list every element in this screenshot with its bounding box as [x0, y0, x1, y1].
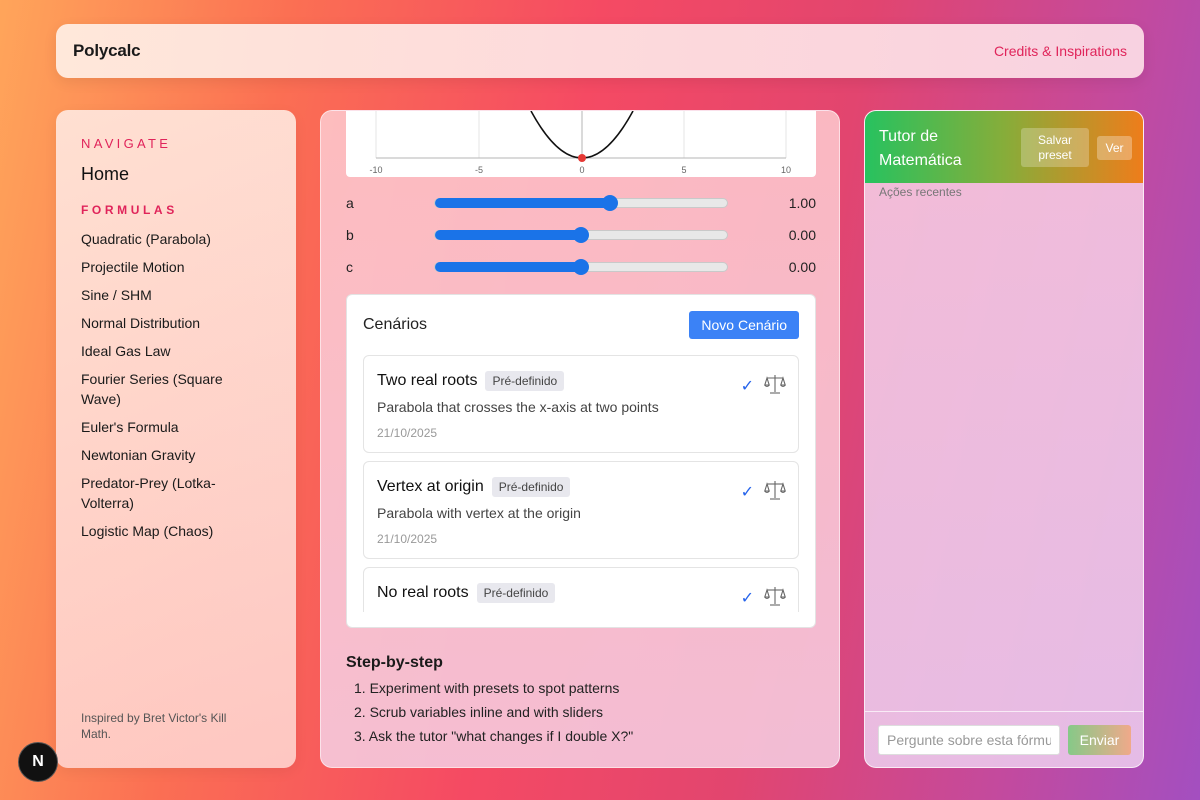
compare-scale-icon[interactable] [764, 585, 786, 607]
slider-a-fill [435, 198, 611, 208]
brand-logo[interactable]: Polycalc [73, 41, 141, 61]
tutor-panel: Tutor de Matemática Salvar preset Ver Aç… [864, 110, 1144, 768]
recent-actions-label: Ações recentes [879, 185, 962, 199]
scenario-title: Vertex at origin Pré-definido [377, 477, 571, 497]
slider-c-label: c [346, 259, 353, 275]
sidebar-item-projectile[interactable]: Projectile Motion [81, 257, 251, 277]
slider-a[interactable] [434, 195, 728, 211]
steps-list: 1. Experiment with presets to spot patte… [346, 676, 633, 748]
send-button[interactable]: Enviar [1068, 725, 1131, 755]
x-tick-label: -10 [369, 165, 382, 175]
save-preset-button[interactable]: Salvar preset [1021, 128, 1089, 167]
top-bar: Polycalc Credits & Inspirations [56, 24, 1144, 78]
sidebar: NAVIGATE Home FORMULAS Quadratic (Parabo… [56, 110, 296, 768]
scenario-name: Two real roots [377, 372, 478, 389]
x-tick-label: 0 [579, 165, 584, 175]
slider-a-label: a [346, 195, 354, 211]
x-tick-label: 5 [681, 165, 686, 175]
scenario-card[interactable]: No real roots Pré-definido ✓ [363, 567, 799, 612]
check-icon[interactable]: ✓ [741, 376, 754, 396]
scenarios-title: Cenários [363, 316, 428, 333]
scenario-description: Parabola that crosses the x-axis at two … [377, 399, 659, 415]
tutor-header: Tutor de Matemática Salvar preset Ver [865, 111, 1143, 183]
slider-a-row: a 1.00 [346, 193, 816, 213]
nextjs-badge[interactable]: N [18, 742, 58, 782]
scenario-card[interactable]: Two real roots Pré-definido Parabola tha… [363, 355, 799, 453]
function-graph[interactable]: -10 -5 0 5 10 [346, 111, 816, 177]
scenario-name: No real roots [377, 584, 469, 601]
x-tick-label: -5 [475, 165, 483, 175]
slider-c-thumb[interactable] [573, 259, 589, 275]
preset-badge: Pré-definido [491, 477, 571, 497]
scenario-card[interactable]: Vertex at origin Pré-definido Parabola w… [363, 461, 799, 559]
slider-c-row: c 0.00 [346, 257, 816, 277]
scenario-name: Vertex at origin [377, 478, 484, 495]
scenario-description: Parabola with vertex at the origin [377, 505, 581, 521]
tutor-title: Tutor de Matemática [879, 128, 962, 169]
scenarios-header: Cenários Novo Cenário [363, 311, 799, 339]
scenario-date: 21/10/2025 [377, 426, 438, 440]
slider-b-label: b [346, 227, 354, 243]
graph-svg: -10 -5 0 5 10 [369, 111, 791, 175]
step-item: 1. Experiment with presets to spot patte… [354, 680, 620, 696]
tutor-footer: Enviar [865, 711, 1143, 767]
scenario-title: No real roots Pré-definido [377, 583, 556, 603]
step-by-step: Step-by-step 1. Experiment with presets … [346, 654, 633, 748]
sidebar-item-euler[interactable]: Euler's Formula [81, 417, 251, 437]
slider-a-thumb[interactable] [602, 195, 619, 211]
scenarios-panel: Cenários Novo Cenário Two real roots Pré… [346, 294, 816, 628]
compare-scale-icon[interactable] [764, 479, 786, 501]
sidebar-item-predator-prey[interactable]: Predator-Prey (Lotka-Volterra) [81, 473, 251, 513]
check-icon[interactable]: ✓ [741, 482, 754, 502]
sidebar-item-gravity[interactable]: Newtonian Gravity [81, 445, 251, 465]
slider-c[interactable] [434, 259, 728, 275]
sidebar-item-normal[interactable]: Normal Distribution [81, 313, 251, 333]
new-scenario-button[interactable]: Novo Cenário [689, 311, 799, 339]
slider-c-fill [435, 262, 581, 272]
steps-title: Step-by-step [346, 654, 443, 671]
sidebar-item-logistic[interactable]: Logistic Map (Chaos) [81, 521, 251, 541]
slider-c-value: 0.00 [788, 259, 816, 275]
main-panel: -10 -5 0 5 10 a 1.00 b 0.00 c 0.00 Cenár… [320, 110, 840, 768]
preset-badge: Pré-definido [476, 583, 556, 603]
scenario-title: Two real roots Pré-definido [377, 371, 565, 391]
slider-b-row: b 0.00 [346, 225, 816, 245]
formula-list: Quadratic (Parabola) Projectile Motion S… [81, 229, 271, 541]
scenario-list[interactable]: Two real roots Pré-definido Parabola tha… [363, 355, 799, 612]
slider-b-value: 0.00 [788, 227, 816, 243]
preset-badge: Pré-definido [485, 371, 565, 391]
navigate-heading: NAVIGATE [81, 136, 172, 151]
slider-a-value: 1.00 [788, 195, 816, 211]
sidebar-item-home[interactable]: Home [81, 164, 271, 185]
sidebar-item-fourier[interactable]: Fourier Series (Square Wave) [81, 369, 251, 409]
x-tick-label: 10 [781, 165, 791, 175]
slider-b-thumb[interactable] [573, 227, 589, 243]
slider-b[interactable] [434, 227, 728, 243]
compare-scale-icon[interactable] [764, 373, 786, 395]
formulas-heading: FORMULAS [81, 203, 178, 217]
view-button[interactable]: Ver [1097, 136, 1132, 160]
sidebar-footer: Inspired by Bret Victor's Kill Math. [81, 711, 227, 741]
step-item: 3. Ask the tutor "what changes if I doub… [354, 728, 634, 744]
check-icon[interactable]: ✓ [741, 588, 754, 608]
credits-link[interactable]: Credits & Inspirations [994, 43, 1127, 59]
sidebar-item-ideal-gas[interactable]: Ideal Gas Law [81, 341, 251, 361]
sidebar-item-sine[interactable]: Sine / SHM [81, 285, 251, 305]
slider-b-fill [435, 230, 581, 240]
tutor-question-input[interactable] [878, 725, 1060, 755]
scenario-date: 21/10/2025 [377, 532, 438, 546]
step-item: 2. Scrub variables inline and with slide… [354, 704, 604, 720]
vertex-point[interactable] [578, 154, 586, 162]
sidebar-item-quadratic[interactable]: Quadratic (Parabola) [81, 229, 251, 249]
